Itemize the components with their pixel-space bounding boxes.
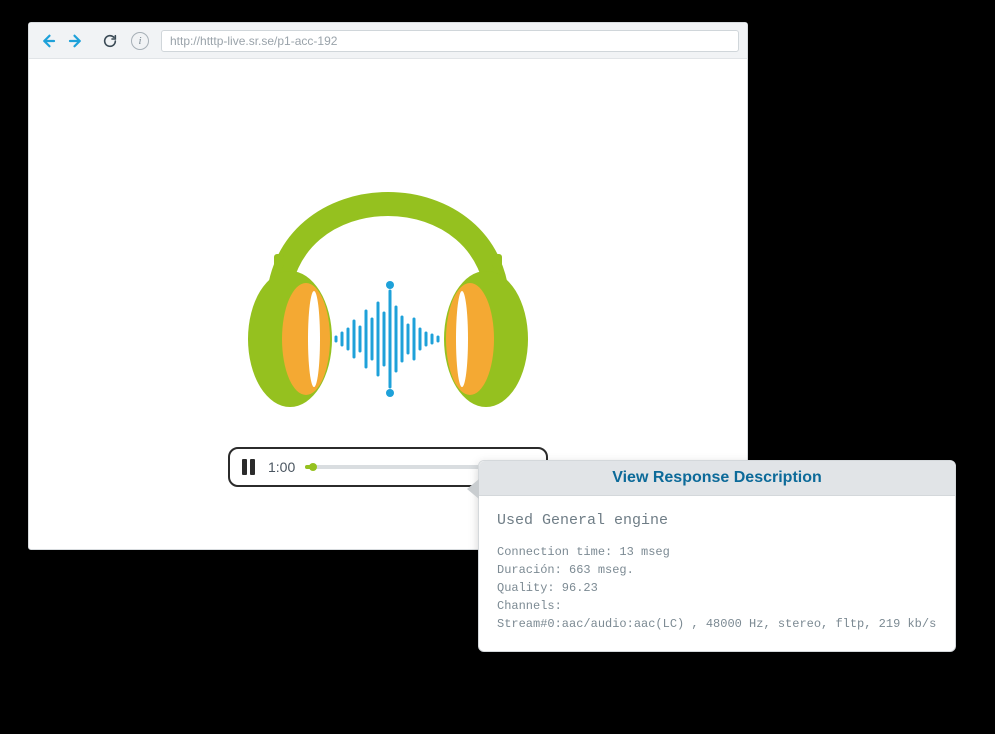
- progress-bar[interactable]: [305, 465, 504, 469]
- pause-button[interactable]: [242, 459, 258, 475]
- address-bar[interactable]: http://htttp-live.sr.se/p1-acc-192: [161, 30, 739, 52]
- info-icon[interactable]: i: [131, 32, 149, 50]
- engine-line: Used General engine: [497, 510, 937, 533]
- response-popover: View Response Description Used General e…: [478, 460, 956, 652]
- resp-line: Connection time: 13 mseg: [497, 543, 937, 561]
- resp-line: Quality: 96.23: [497, 579, 937, 597]
- resp-line: Stream#0:aac/audio:aac(LC) , 48000 Hz, s…: [497, 615, 937, 633]
- resp-line: Duración: 663 mseg.: [497, 561, 937, 579]
- popover-body: Used General engine Connection time: 13 …: [479, 496, 955, 651]
- forward-button[interactable]: [65, 30, 87, 52]
- headphones-illustration: [218, 89, 558, 429]
- browser-toolbar: i http://htttp-live.sr.se/p1-acc-192: [29, 23, 747, 59]
- playback-time: 1:00: [268, 459, 295, 475]
- popover-arrow-icon: [467, 479, 479, 499]
- url-text: http://htttp-live.sr.se/p1-acc-192: [170, 34, 337, 48]
- reload-button[interactable]: [99, 30, 121, 52]
- progress-thumb[interactable]: [309, 463, 317, 471]
- popover-title: View Response Description: [479, 461, 955, 496]
- resp-line: Channels:: [497, 597, 937, 615]
- back-button[interactable]: [37, 30, 59, 52]
